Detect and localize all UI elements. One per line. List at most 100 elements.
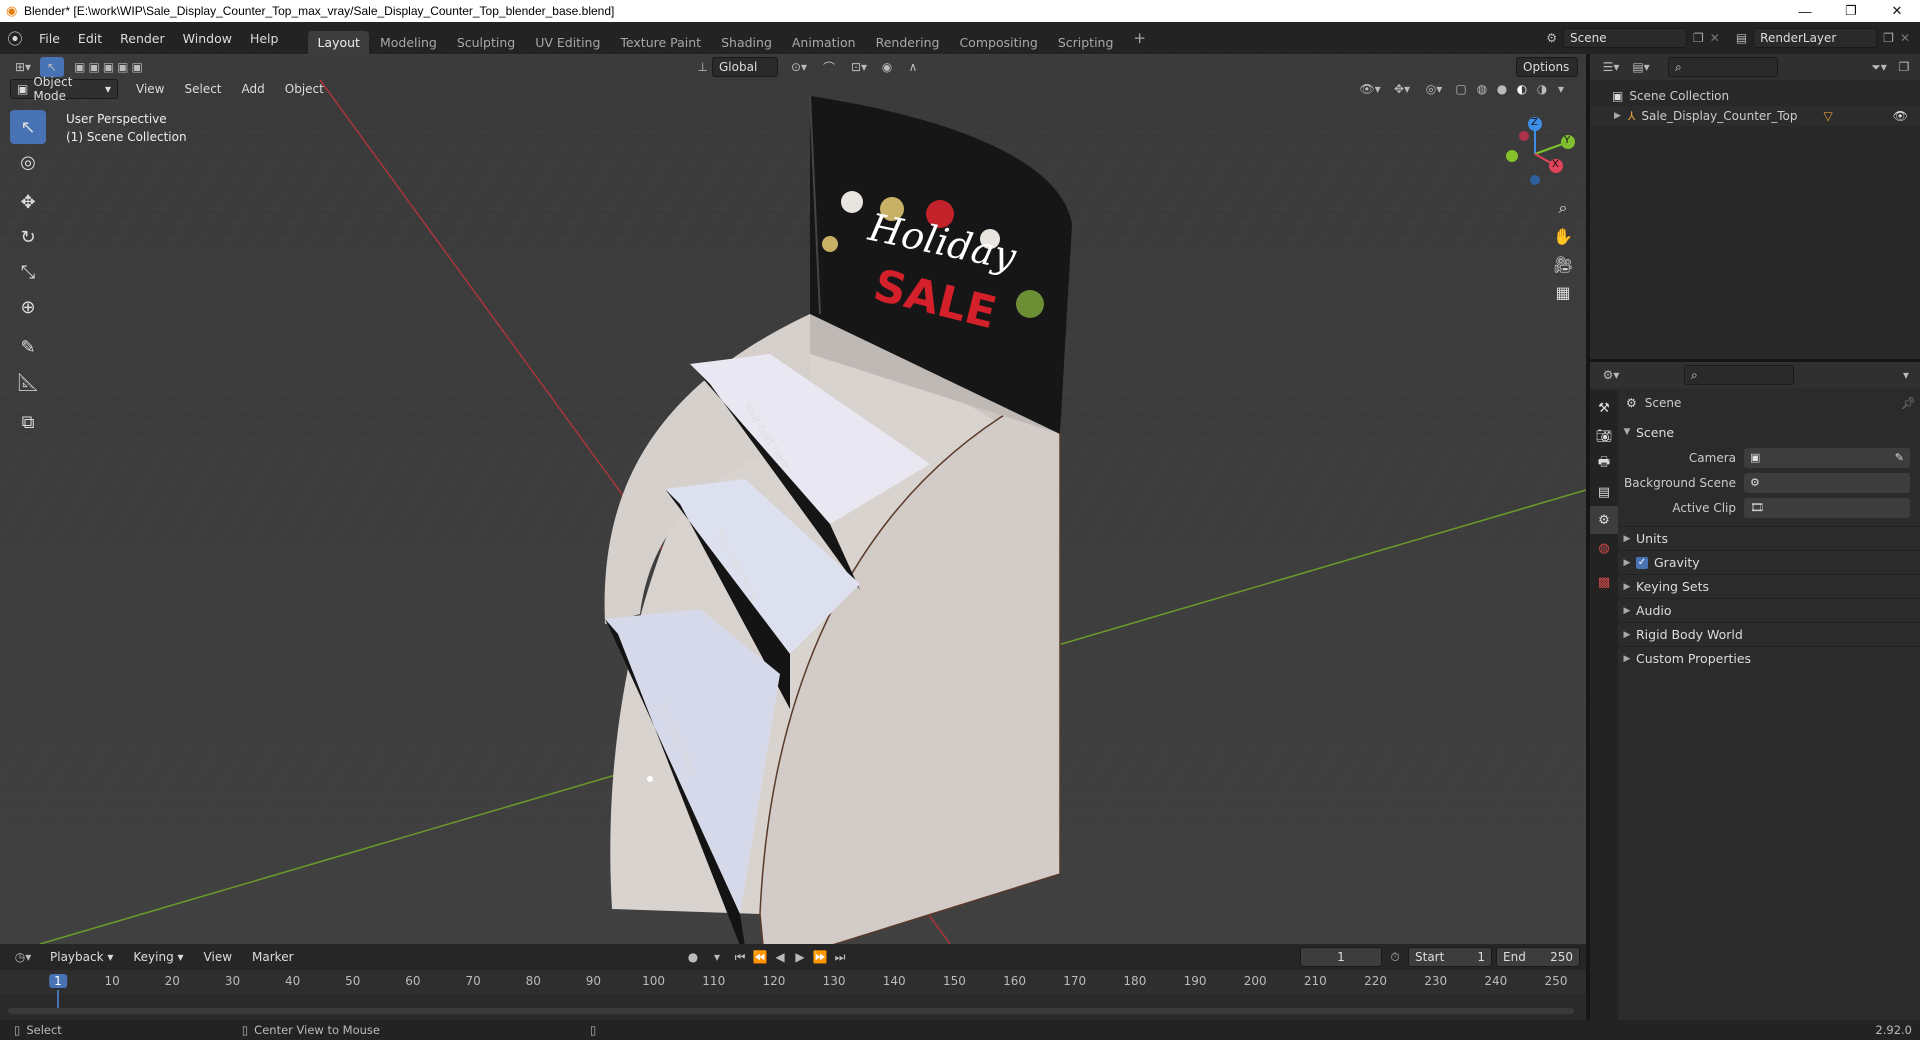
solid-shading-icon[interactable]: ● [1492,82,1512,96]
rendered-shading-icon[interactable]: ◑ [1532,82,1552,96]
start-frame-field[interactable]: Start 1 [1408,947,1492,967]
pin-icon[interactable]: 📌︎ [1901,396,1916,410]
tab-compositing[interactable]: Compositing [950,31,1046,54]
new-scene-icon[interactable]: ❐ [1693,31,1704,45]
menu-render[interactable]: Render [111,31,174,46]
camera-field[interactable]: ▣ ✎ [1744,447,1910,468]
move-tool[interactable]: ✥ [10,185,46,219]
auto-keying-icon[interactable]: ▾ [704,950,730,964]
outliner-editor-icon[interactable]: ☰▾ [1596,60,1626,74]
timeline-scrollbar[interactable] [8,1008,1574,1014]
tab-layout[interactable]: Layout [308,31,369,54]
pivot-point-icon[interactable]: ⊙▾ [784,60,814,74]
tab-scripting[interactable]: Scripting [1049,31,1123,54]
outliner-object-row[interactable]: ▶ ⅄ Sale_Display_Counter_Top ▽ 👁︎ [1590,106,1920,126]
properties-editor-icon[interactable]: ⚙▾ [1596,368,1626,382]
measure-tool[interactable]: 📐︎ [10,365,46,399]
render-tab-icon[interactable]: 📷︎ [1590,422,1618,450]
eyedropper-icon[interactable]: ✎ [1895,451,1904,464]
scene-tab-icon[interactable]: ⚙ [1590,506,1618,534]
current-frame-field[interactable]: 1 [1300,947,1382,967]
menu-edit[interactable]: Edit [69,31,111,46]
scene-panel-header[interactable]: ▼ Scene [1618,420,1920,444]
tab-uv-editing[interactable]: UV Editing [526,31,609,54]
new-renderlayer-icon[interactable]: ❐ [1883,31,1894,45]
gravity-panel-header[interactable]: ▶ ✓ Gravity [1618,550,1920,574]
object-data-icon[interactable]: ▽ [1823,109,1832,123]
world-tab-icon[interactable]: ◍ [1590,534,1618,562]
filter-icon[interactable]: ⏷▾ [1864,60,1894,75]
units-panel-header[interactable]: ▶ Units [1618,526,1920,550]
output-tab-icon[interactable]: 🖶︎ [1590,450,1618,478]
maximize-button[interactable]: ❐ [1828,0,1874,22]
renderlayer-selector[interactable]: RenderLayer [1753,28,1878,48]
transform-orientation-dropdown[interactable]: Global [712,57,778,77]
viewport-menu-select[interactable]: Select [174,82,231,96]
frame-ruler[interactable]: 1 10 20 30 40 50 60 70 80 90 100 110 120 130 140 150 160… [0,970,1586,1010]
expand-arrow-icon[interactable]: ▶ [1614,111,1628,121]
menu-help[interactable]: Help [241,31,288,46]
gizmo-toggle-icon[interactable]: ✥▾ [1386,82,1418,96]
falloff-icon[interactable]: ∧ [900,60,926,74]
zoom-icon[interactable]: ⌕ [1548,194,1578,222]
stopwatch-icon[interactable]: ⏱ [1382,950,1408,965]
select-mode-icon[interactable]: ↖ [40,57,64,77]
cursor-tool[interactable]: ◎ [10,145,46,179]
material-shading-icon[interactable]: ◐ [1512,82,1532,96]
rotate-tool[interactable]: ↻ [10,220,46,254]
texture-tab-icon[interactable]: ▩ [1590,568,1618,596]
visibility-icon[interactable]: 👁︎▾ [1354,82,1386,96]
timeline-menu-keying[interactable]: Keying ▾ [123,950,193,964]
outliner-root-row[interactable]: ▣ Scene Collection [1590,86,1920,106]
tab-modeling[interactable]: Modeling [371,31,446,54]
eye-icon[interactable]: 👁︎ [1893,109,1908,123]
perspective-toggle-icon[interactable]: ▦ [1548,278,1578,306]
remove-scene-icon[interactable]: ✕ [1710,31,1720,45]
navigation-gizmo[interactable]: Z Y X [1490,114,1580,204]
tab-animation[interactable]: Animation [783,31,865,54]
menu-window[interactable]: Window [174,31,241,46]
wireframe-shading-icon[interactable]: ◍ [1472,82,1492,96]
display-mode-icon[interactable]: ▤▾ [1626,60,1656,74]
outliner-search-input[interactable]: ⌕ [1668,57,1778,77]
snap-target-icon[interactable]: ⊡▾ [844,60,874,74]
shading-options-icon[interactable]: ▾ [1552,82,1570,96]
background-scene-field[interactable]: ⚙ [1744,472,1910,493]
overlay-toggle-icon[interactable]: ◎▾ [1418,82,1450,96]
snap-icon[interactable]: ⌒ [814,59,844,76]
pan-hand-icon[interactable]: ✋ [1548,222,1578,250]
jump-keyframe-forward-icon[interactable]: ⏩ [810,950,830,964]
scene-selector[interactable]: Scene [1563,28,1687,48]
jump-keyframe-back-icon[interactable]: ⏪ [750,950,770,964]
transform-tool[interactable]: ⊕ [10,290,46,324]
properties-search-input[interactable]: ⌕ [1684,365,1794,385]
keying-sets-panel-header[interactable]: ▶ Keying Sets [1618,574,1920,598]
new-collection-icon[interactable]: ❐ [1894,60,1914,74]
viewport-menu-object[interactable]: Object [275,82,334,96]
tab-texture-paint[interactable]: Texture Paint [611,31,710,54]
viewport-menu-view[interactable]: View [126,82,174,96]
timeline-menu-view[interactable]: View [194,950,242,964]
blender-menu-icon[interactable]: ⦿ [0,28,30,49]
viewport-menu-add[interactable]: Add [232,82,275,96]
view-layer-tab-icon[interactable]: ▤ [1590,478,1618,506]
timeline-editor-icon[interactable]: ◷▾ [6,950,40,964]
chevron-down-icon[interactable]: ▾ [1898,368,1914,382]
tool-tab-icon[interactable]: ⚒ [1590,394,1618,422]
selection-mode-buttons[interactable]: ▣▣▣▣▣ [64,60,156,74]
play-reverse-icon[interactable]: ◀ [770,950,790,964]
rigid-body-world-panel-header[interactable]: ▶ Rigid Body World [1618,622,1920,646]
3d-viewport[interactable]: Holiday SALE Your text here Your text he… [0,54,1586,944]
xray-toggle-icon[interactable]: ▢ [1450,82,1472,96]
scale-tool[interactable]: ⤡ [10,255,46,289]
timeline-menu-playback[interactable]: Playback ▾ [40,950,123,964]
timeline-menu-marker[interactable]: Marker [242,950,303,964]
menu-file[interactable]: File [30,31,69,46]
play-icon[interactable]: ▶ [790,950,810,964]
record-icon[interactable]: ● [682,950,704,964]
minimize-button[interactable]: — [1782,0,1828,22]
proportional-edit-icon[interactable]: ◉ [874,60,900,74]
editor-type-icon[interactable]: ⊞▾ [6,60,40,74]
select-box-tool[interactable]: ↖ [10,110,46,144]
close-button[interactable]: ✕ [1874,0,1920,22]
